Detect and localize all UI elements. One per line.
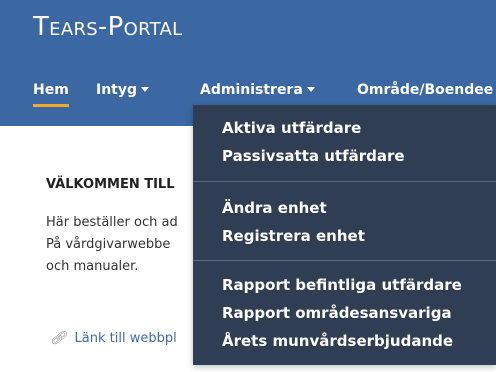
app-title[interactable]: Tears-Portal bbox=[33, 12, 182, 42]
menu-item-andra-enhet[interactable]: Ändra enhet bbox=[222, 199, 327, 217]
page: Tears-Portal Hem Intyg Administrera Områ… bbox=[0, 0, 496, 372]
nav-item-intyg-label: Intyg bbox=[96, 82, 138, 98]
administrera-dropdown-menu: Aktiva utfärdare Passivsatta utfärdare Ä… bbox=[193, 105, 496, 365]
nav-item-hem-label: Hem bbox=[33, 82, 69, 107]
nav-item-intyg[interactable]: Intyg bbox=[96, 76, 150, 126]
nav-item-hem[interactable]: Hem bbox=[33, 76, 69, 126]
menu-item-rapport-befintliga-utfardare[interactable]: Rapport befintliga utfärdare bbox=[222, 276, 462, 294]
menu-item-aktiva-utfardare[interactable]: Aktiva utfärdare bbox=[222, 119, 361, 137]
nav-item-administrera-label: Administrera bbox=[200, 82, 303, 98]
menu-divider bbox=[193, 181, 496, 182]
chevron-down-icon bbox=[141, 86, 150, 92]
website-link-label: Länk till webbpl bbox=[74, 331, 177, 346]
menu-divider bbox=[193, 260, 496, 261]
website-link[interactable]: 🔗︎ Länk till webbpl bbox=[50, 331, 177, 346]
menu-item-passivsatta-utfardare[interactable]: Passivsatta utfärdare bbox=[222, 147, 405, 165]
welcome-heading: VÄLKOMMEN TILL bbox=[46, 177, 175, 192]
menu-item-arets-munvardserbjudande[interactable]: Årets munvårdserbjudande bbox=[222, 332, 453, 350]
menu-item-rapport-omradesansvariga[interactable]: Rapport områdesansvariga bbox=[222, 304, 452, 322]
menu-item-registrera-enhet[interactable]: Registrera enhet bbox=[222, 227, 365, 245]
chevron-down-icon bbox=[306, 86, 315, 92]
nav-item-omrade-label: Område/Boendee bbox=[357, 82, 494, 98]
link-icon: 🔗︎ bbox=[50, 331, 67, 346]
